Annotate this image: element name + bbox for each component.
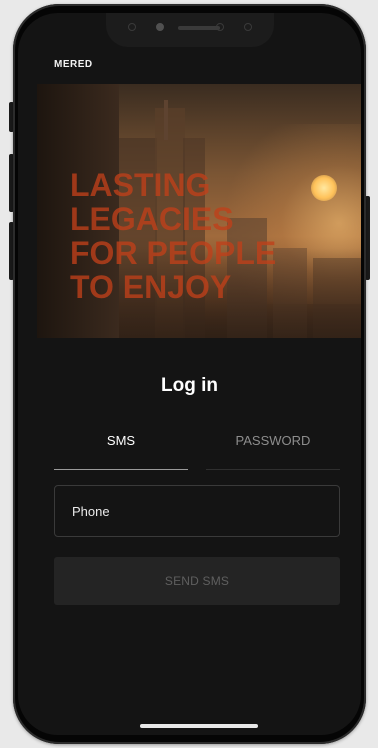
login-method-tabs: SMS PASSWORD (54, 431, 340, 470)
notch (106, 13, 274, 47)
page-title: Log in (161, 375, 218, 396)
tagline-line: LASTING (70, 167, 211, 203)
brand-logo: MERED (54, 59, 93, 70)
tagline-line: LEGACIES (70, 201, 234, 237)
sensor-icon (128, 23, 136, 31)
tagline-line: FOR PEOPLE (70, 235, 277, 271)
phone-field (54, 485, 340, 537)
tagline-line: TO ENJOY (70, 269, 232, 305)
phone-input[interactable] (55, 486, 339, 536)
hero-tagline: LASTING LEGACIES FOR PEOPLE TO ENJOY (70, 168, 276, 304)
tab-sms[interactable]: SMS (54, 431, 188, 470)
send-sms-button[interactable]: SEND SMS (54, 557, 340, 605)
home-indicator[interactable] (140, 724, 258, 728)
earpiece-speaker (178, 26, 220, 30)
tower-spire (164, 100, 168, 140)
tab-password[interactable]: PASSWORD (206, 431, 340, 470)
front-camera-icon (156, 23, 164, 31)
sensor-icon (244, 23, 252, 31)
sensor-icon (216, 23, 224, 31)
hero-image: LASTING LEGACIES FOR PEOPLE TO ENJOY (37, 84, 361, 338)
sun (311, 175, 337, 201)
phone-frame: MERED LASTING LEGACIES FOR PEOPLE TO ENJ… (13, 4, 366, 744)
phone-screen: MERED LASTING LEGACIES FOR PEOPLE TO ENJ… (18, 13, 361, 735)
page: MERED LASTING LEGACIES FOR PEOPLE TO ENJ… (0, 0, 378, 748)
